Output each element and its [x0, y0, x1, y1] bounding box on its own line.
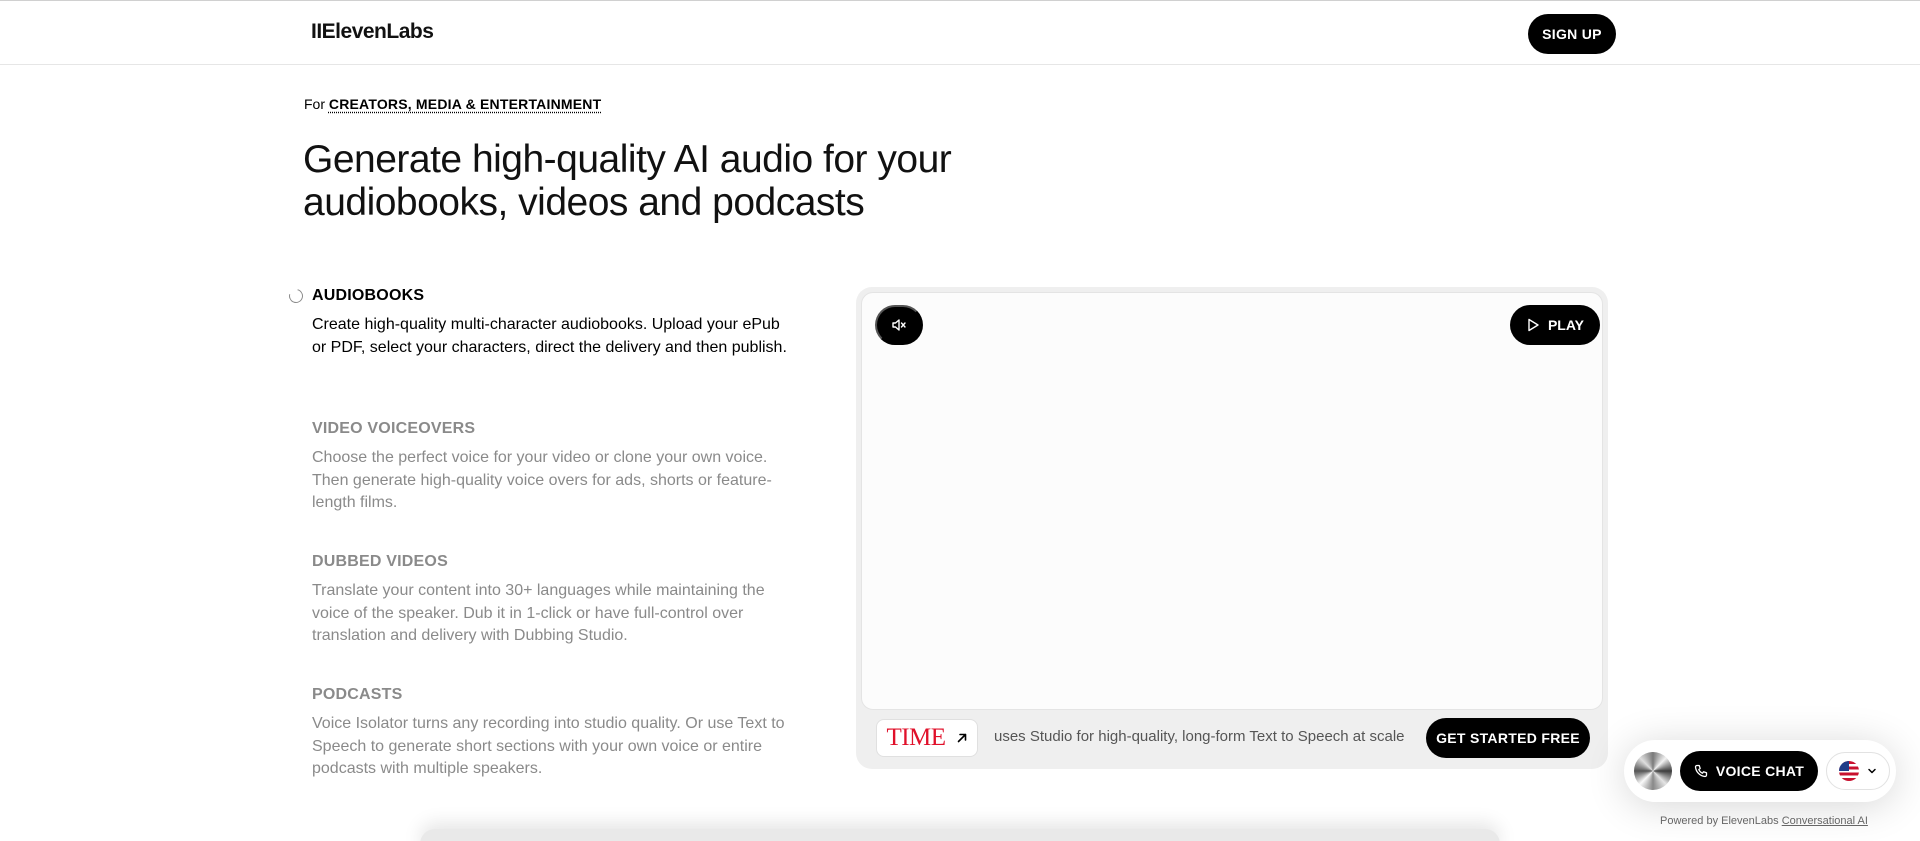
audience-prefix: For — [304, 96, 325, 112]
elevenlabs-logo[interactable]: IIElevenLabs — [311, 20, 434, 44]
voice-chat-label: VOICE CHAT — [1715, 763, 1805, 779]
media-panel: PLAY TIME uses Studio for high-quality, … — [856, 287, 1608, 769]
feature-dubbed-videos[interactable]: DUBBED VIDEOS Translate your content int… — [312, 553, 792, 648]
top-navigation: IIElevenLabs SIGN UP — [0, 0, 1920, 65]
play-label: PLAY — [1547, 317, 1585, 333]
feature-description: Voice Isolator turns any recording into … — [312, 715, 785, 777]
sign-up-button[interactable]: SIGN UP — [1528, 14, 1616, 54]
page-headline: Generate high-quality AI audio for your … — [303, 138, 1063, 224]
feature-title: AUDIOBOOKS — [312, 287, 425, 304]
arrow-up-right-icon — [957, 733, 966, 743]
voice-chat-button[interactable]: VOICE CHAT — [1680, 751, 1818, 791]
feature-video-voiceovers[interactable]: VIDEO VOICEOVERS Choose the perfect voic… — [312, 420, 792, 515]
feature-description: Choose the perfect voice for your video … — [312, 449, 772, 511]
feature-audiobooks[interactable]: AUDIOBOOKS Create high-quality multi-cha… — [312, 287, 792, 359]
get-started-free-button[interactable]: GET STARTED FREE — [1426, 718, 1590, 758]
loading-spinner-icon — [286, 286, 306, 306]
feature-title: PODCASTS — [312, 686, 403, 703]
next-section-edge — [420, 829, 1500, 841]
feature-title: VIDEO VOICEOVERS — [312, 420, 476, 437]
feature-podcasts[interactable]: PODCASTS Voice Isolator turns any record… — [312, 686, 792, 781]
powered-by-note: Powered by ElevenLabs Conversational AI — [1660, 815, 1868, 827]
feature-description: Translate your content into 30+ language… — [312, 582, 765, 644]
time-logo: TIME — [886, 724, 946, 751]
voice-chat-widget: VOICE CHAT — [1624, 740, 1896, 802]
customer-logo-link[interactable]: TIME — [876, 719, 978, 757]
audience-link[interactable]: CREATORS, MEDIA & ENTERTAINMENT — [329, 96, 601, 112]
us-flag-icon — [1839, 761, 1859, 781]
customer-caption: uses Studio for high-quality, long-form … — [994, 728, 1405, 745]
play-button[interactable]: PLAY — [1510, 305, 1600, 345]
speaker-muted-icon — [892, 319, 906, 331]
conversational-ai-link[interactable]: Conversational AI — [1782, 815, 1868, 827]
powered-prefix: Powered by ElevenLabs — [1660, 815, 1779, 827]
mute-button[interactable] — [875, 305, 923, 345]
headline-line-1: Generate high-quality AI audio for your — [303, 138, 952, 181]
phone-icon — [1694, 764, 1707, 778]
audience-line: For CREATORS, MEDIA & ENTERTAINMENT — [304, 96, 601, 112]
chevron-down-icon — [1868, 768, 1876, 774]
play-icon — [1528, 318, 1539, 332]
feature-description: Create high-quality multi-character audi… — [312, 316, 787, 356]
language-selector[interactable] — [1826, 752, 1890, 790]
feature-title: DUBBED VIDEOS — [312, 553, 448, 570]
video-player[interactable]: PLAY — [861, 292, 1603, 710]
headline-line-2: audiobooks, videos and podcasts — [303, 181, 865, 224]
voice-orb-icon[interactable] — [1634, 752, 1672, 790]
